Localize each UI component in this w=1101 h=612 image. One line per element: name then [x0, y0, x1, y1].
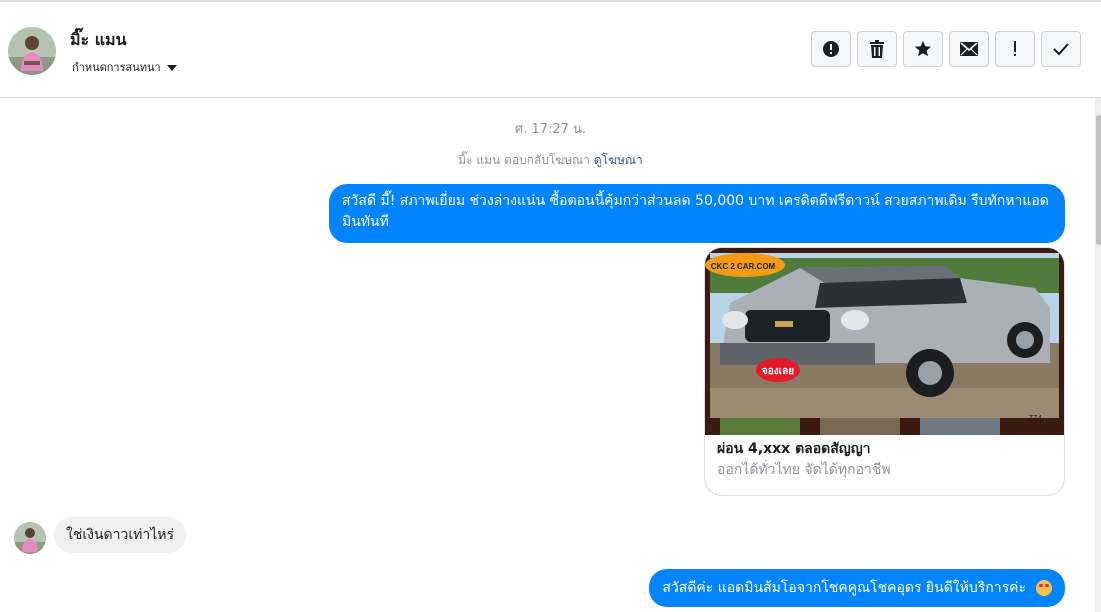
- incoming-message[interactable]: ใช่เงินดาวเท่าไหร่: [54, 517, 187, 553]
- ad-reply-notice: มิ๊ะ แมน ตอบกลับโฆษณา ดูโฆษณา: [0, 151, 1101, 170]
- conversation-settings-dropdown[interactable]: กำหนดการสนทนา: [72, 58, 177, 76]
- important-button[interactable]: [995, 31, 1035, 67]
- mark-done-button[interactable]: [1041, 31, 1081, 67]
- message-timestamp: ศ. 17:27 น.: [514, 122, 587, 137]
- trash-icon: [870, 40, 884, 58]
- caret-down-icon: [166, 64, 177, 71]
- ad-plate-text: Z74: [1028, 414, 1042, 423]
- report-spam-button[interactable]: [811, 31, 851, 67]
- ad-sticker-text: จองเลย: [762, 366, 794, 377]
- heart-eyes-emoji-icon: [1036, 580, 1052, 596]
- alert-circle-icon: [823, 41, 839, 57]
- envelope-icon: [960, 42, 978, 56]
- contact-avatar[interactable]: [8, 27, 56, 75]
- conversation-header: มิ๊ะ แมน กำหนดการสนทนา: [0, 2, 1101, 98]
- header-actions: [811, 31, 1081, 67]
- ad-subtitle: ออกได้ทั่วไทย จัดได้ทุกอาชีพ: [717, 462, 891, 478]
- star-icon: [915, 41, 931, 57]
- contact-name[interactable]: มิ๊ะ แมน: [70, 28, 127, 53]
- ad-image: CKC 2 CAR.COM จองเลย Z74: [705, 248, 1064, 435]
- ad-card[interactable]: CKC 2 CAR.COM จองเลย Z74 ผ่อน 4,xxx ตลอด…: [704, 247, 1065, 496]
- ad-brand-text: CKC 2 CAR.COM: [711, 262, 776, 271]
- outgoing-reply[interactable]: สวัสดีค่ะ แอดมินส้มโอจากโชคคูณโชคอุดร ยิ…: [649, 569, 1065, 607]
- conversation-settings-label: กำหนดการสนทนา: [72, 61, 161, 74]
- exclamation-icon: [1014, 41, 1016, 56]
- ad-title: ผ่อน 4,xxx ตลอดสัญญา: [717, 441, 871, 457]
- mark-unread-button[interactable]: [949, 31, 989, 67]
- delete-button[interactable]: [857, 31, 897, 67]
- sender-avatar[interactable]: [14, 522, 46, 554]
- ad-reply-text: มิ๊ะ แมน ตอบกลับโฆษณา: [458, 153, 591, 167]
- reply-text: สวัสดีค่ะ แอดมินส้มโอจากโชคคูณโชคอุดร ยิ…: [662, 579, 1026, 596]
- star-button[interactable]: [903, 31, 943, 67]
- checkmark-icon: [1053, 43, 1069, 56]
- view-ad-link[interactable]: ดูโฆษณา: [594, 153, 643, 167]
- outgoing-message[interactable]: สวัสดี มี๊! สภาพเยี่ยม ช่วงล่างแน่น ซื้อ…: [329, 184, 1065, 243]
